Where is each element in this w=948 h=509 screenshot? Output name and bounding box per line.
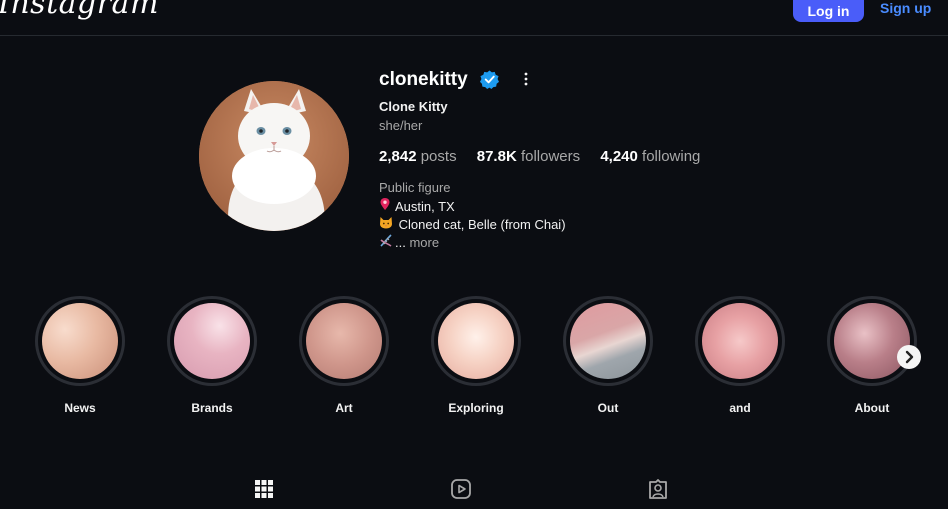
highlight-label: Art xyxy=(335,401,353,415)
highlight-art[interactable]: Art xyxy=(299,296,389,415)
followers-count: 87.8K xyxy=(476,148,517,165)
story-highlights: News Brands Art Exploring Out and About xyxy=(0,296,948,426)
profile-stats: 2,842 posts 87.8K followers 4,240 follow… xyxy=(379,148,716,165)
bio-line-more: ... more xyxy=(379,234,566,252)
highlight-ring xyxy=(827,296,917,386)
tagged-icon[interactable] xyxy=(647,478,669,500)
reels-icon[interactable] xyxy=(450,478,472,500)
bio-ellipsis: ... xyxy=(395,235,406,250)
highlight-label: Brands xyxy=(191,401,233,415)
highlight-news[interactable]: News xyxy=(35,296,125,415)
highlight-brands[interactable]: Brands xyxy=(167,296,257,415)
highlight-and[interactable]: and xyxy=(695,296,785,415)
highlight-cover xyxy=(570,303,646,379)
highlight-label: About xyxy=(854,401,890,415)
login-button[interactable]: Log in xyxy=(793,0,864,22)
highlight-exploring[interactable]: Exploring xyxy=(431,296,521,415)
followers-stat[interactable]: 87.8K followers xyxy=(477,148,580,165)
highlight-label: Out xyxy=(597,401,619,415)
highlight-label: News xyxy=(64,401,96,415)
highlight-cover xyxy=(306,303,382,379)
highlight-cover xyxy=(174,303,250,379)
highlight-cover xyxy=(702,303,778,379)
top-navigation-bar: Instagram Log in Sign up xyxy=(0,0,948,36)
cat-avatar-image xyxy=(199,81,349,231)
bio-location-line: Austin, TX xyxy=(379,197,566,216)
bio-more-link[interactable]: more xyxy=(409,235,439,250)
bio-line-cat: Cloned cat, Belle (from Chai) xyxy=(379,216,566,234)
location-pin-icon xyxy=(379,197,395,216)
highlights-next-button[interactable] xyxy=(897,345,921,369)
highlight-cover xyxy=(438,303,514,379)
chevron-right-icon xyxy=(905,350,914,364)
profile-avatar[interactable] xyxy=(199,81,349,231)
highlight-out[interactable]: Out xyxy=(563,296,653,415)
posts-stat: 2,842 posts xyxy=(379,148,457,165)
posts-label: posts xyxy=(420,148,457,165)
highlight-ring xyxy=(167,296,257,386)
grid-icon[interactable] xyxy=(253,478,275,500)
highlight-ring xyxy=(299,296,389,386)
following-count: 4,240 xyxy=(600,148,638,165)
bio-category: Public figure xyxy=(379,180,451,195)
profile-pronouns: she/her xyxy=(379,118,423,133)
dna-icon xyxy=(379,234,395,252)
highlight-label: Exploring xyxy=(448,401,504,415)
profile-username: clonekitty xyxy=(379,69,468,90)
more-options-icon[interactable] xyxy=(521,71,531,87)
highlight-ring xyxy=(35,296,125,386)
bio-location: Austin, TX xyxy=(395,199,455,214)
bio-cat-text: Cloned cat, Belle (from Chai) xyxy=(398,217,566,232)
following-stat[interactable]: 4,240 following xyxy=(600,148,700,165)
highlight-ring xyxy=(431,296,521,386)
signup-link[interactable]: Sign up xyxy=(880,0,931,20)
followers-label: followers xyxy=(520,148,581,165)
highlight-ring xyxy=(695,296,785,386)
instagram-logo[interactable]: Instagram xyxy=(0,0,159,21)
profile-bio: Public figure Austin, TX Cloned cat, Bel… xyxy=(379,179,566,252)
highlight-label: and xyxy=(729,401,751,415)
verified-badge-icon xyxy=(480,70,499,89)
highlight-cover xyxy=(42,303,118,379)
highlight-ring xyxy=(563,296,653,386)
cat-face-icon xyxy=(379,216,395,234)
following-label: following xyxy=(642,148,701,165)
profile-full-name: Clone Kitty xyxy=(379,99,448,114)
posts-count: 2,842 xyxy=(379,148,417,165)
